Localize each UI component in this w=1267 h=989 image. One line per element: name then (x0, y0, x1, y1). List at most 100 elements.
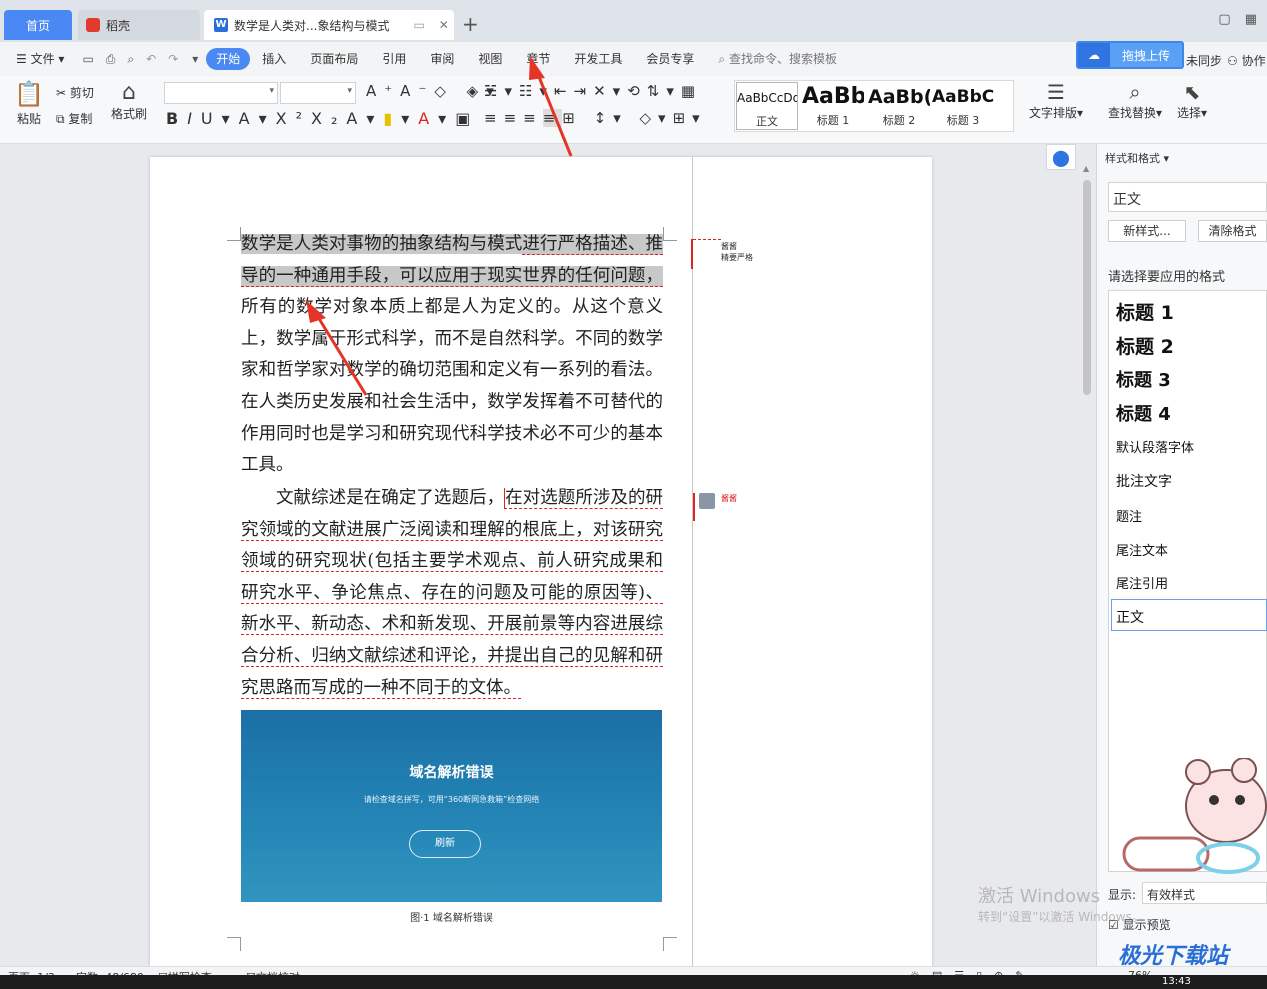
find-replace-button[interactable]: ⌕ 查找替换▾ (1106, 80, 1164, 121)
avatar (699, 493, 715, 509)
figure-refresh-button: 刷新 (409, 830, 481, 858)
list-tools[interactable]: ☷▾☷▾⇤⇥✕▾⟲⇅▾▦ (484, 82, 702, 100)
comment-1[interactable]: 酱酱 精要严格 (721, 241, 753, 263)
tab-document[interactable]: W 数学是人类对...象结构与模式 ▭ ✕ (204, 10, 454, 40)
undo-icon[interactable]: ↶ (140, 48, 162, 70)
paragraph-1-text: 所有的数学对象本质上都是人为定义的。从这个意义上，数学属于形式科学，而不是自然科… (241, 297, 663, 476)
font-size-select[interactable]: ▾ (280, 82, 356, 104)
style-normal-label: 正文 (756, 115, 778, 128)
menu-review[interactable]: 审阅 (418, 48, 466, 70)
text-layout-button[interactable]: ☰ 文字排版▾ (1028, 80, 1084, 121)
preview-icon[interactable]: ⌕ (121, 48, 140, 70)
new-style-button[interactable]: 新样式... (1108, 220, 1186, 242)
margin-corner-mark (227, 227, 241, 241)
redo-icon[interactable]: ↷ (162, 48, 184, 70)
scissors-icon: ✂ (56, 86, 67, 100)
paste-label: 粘贴 (16, 112, 41, 126)
menu-file[interactable]: ☰ 文件 ▾ (0, 48, 76, 70)
style-normal[interactable]: AaBbCcDd 正文 (736, 82, 798, 130)
collab-button[interactable]: ⚇ 协作 (1227, 52, 1266, 69)
style-item-endnote-ref[interactable]: 尾注引用 (1116, 573, 1168, 592)
command-search[interactable]: ⌕ 查找命令、搜索模板 (706, 48, 849, 70)
style-item-default-font[interactable]: 默认段落字体 (1116, 437, 1194, 456)
mascot-sticker (1122, 758, 1267, 874)
tab-monitor-icon[interactable]: ▭ (413, 18, 424, 32)
new-tab-icon[interactable]: + (462, 12, 479, 36)
style-heading3-label: 标题 3 (946, 114, 980, 127)
checkbox-checked-icon: ☑ (1108, 918, 1119, 932)
style-item-heading3[interactable]: 标题 3 (1116, 366, 1171, 392)
style-item-normal[interactable]: 正文 (1116, 607, 1144, 627)
comment-1-text: 精要严格 (721, 253, 753, 262)
style-item-comment-text[interactable]: 批注文字 (1116, 471, 1172, 491)
paragraph-1[interactable]: 数学是人类对事物的抽象结构与模式进行严格描述、推导的一种通用手段，可以应用于现实… (241, 229, 663, 482)
style-item-heading4[interactable]: 标题 4 (1116, 400, 1171, 426)
cloud-icon: ☁ (1078, 43, 1110, 67)
paragraph-2-lead: 文献综述是在确定了选题后， (276, 488, 505, 508)
style-item-heading1[interactable]: 标题 1 (1116, 298, 1174, 325)
show-preview-label: 显示预览 (1122, 918, 1171, 932)
show-preview-checkbox[interactable]: ☑ 显示预览 (1108, 916, 1171, 933)
print-icon[interactable]: ⎙ (100, 48, 122, 70)
find-replace-label: 查找替换 (1107, 106, 1156, 120)
tab-home[interactable]: 首页 (4, 10, 72, 40)
layout-icon[interactable]: ▢ (1218, 12, 1230, 27)
location-pin-icon[interactable]: ⬤ (1046, 144, 1076, 170)
menu-developer[interactable]: 开发工具 (562, 48, 634, 70)
style-heading2[interactable]: AaBb( 标题 2 (868, 82, 930, 130)
copy-button[interactable]: ⧉ 复制 (56, 110, 92, 127)
quick-access-dropdown-icon[interactable]: ▾ (184, 48, 206, 70)
comment-marker (693, 493, 695, 521)
menu-page-layout[interactable]: 页面布局 (298, 48, 370, 70)
font-size-tools[interactable]: A⁺A⁻◇ ◈▾ (366, 82, 502, 100)
cut-label: 剪切 (69, 86, 94, 100)
cut-button[interactable]: ✂ 剪切 (56, 84, 94, 101)
select-button[interactable]: ⬉ 选择▾ (1174, 80, 1210, 121)
comment-1-author: 酱酱 (721, 242, 737, 251)
style-heading2-preview: AaBb( (868, 86, 930, 108)
tab-document-label: 数学是人类对...象结构与模式 (234, 18, 390, 33)
document-page[interactable]: 数学是人类对事物的抽象结构与模式进行严格描述、推导的一种通用手段，可以应用于现实… (150, 157, 932, 977)
drag-upload-label: 拖拽上传 (1121, 48, 1170, 63)
font-style-tools[interactable]: BIU▾A▾X²X₂A▾▮▾A▾▣ (166, 109, 479, 128)
magnifier-icon: ⌕ (1129, 80, 1141, 104)
save-icon[interactable]: ▭ (76, 48, 99, 70)
tab-daoke[interactable]: 稻壳 (78, 10, 200, 40)
styles-panel-header[interactable]: 样式和格式 ▾ (1105, 150, 1169, 166)
menu-view[interactable]: 视图 (466, 48, 514, 70)
clear-format-button[interactable]: 清除格式 (1198, 220, 1267, 242)
menu-section[interactable]: 章节 (514, 48, 562, 70)
vertical-scrollbar[interactable]: ▲ (1080, 164, 1094, 954)
figure-image[interactable]: 域名解析错误 请检查域名拼写，可用“360断网急救箱”检查网络 刷新 (241, 710, 662, 902)
alignment-tools[interactable]: ≡≡≡≡⊞ ↕▾ ◇▾⊞▾ (484, 109, 707, 127)
menu-insert[interactable]: 插入 (250, 48, 298, 70)
style-item-heading2[interactable]: 标题 2 (1116, 332, 1174, 359)
sync-status[interactable]: 未同步 (1186, 52, 1222, 69)
style-heading3[interactable]: AaBbC 标题 3 (932, 82, 994, 130)
style-heading3-preview: AaBbC (932, 87, 994, 107)
style-item-caption[interactable]: 题注 (1116, 506, 1142, 525)
drag-upload-button[interactable]: ☁ 拖拽上传 (1076, 41, 1184, 69)
current-style-field[interactable]: 正文 (1108, 182, 1267, 212)
commented-text: 在对选题所涉及的研究领域的文献进展广泛阅读和理解的根底上，对该研究领域的研究现状… (241, 488, 664, 699)
scroll-up-icon[interactable]: ▲ (1083, 164, 1089, 173)
show-filter-select[interactable]: 有效样式 (1142, 882, 1267, 904)
scroll-thumb[interactable] (1083, 180, 1091, 395)
figure-subtitle: 请检查域名拼写，可用“360断网急救箱”检查网络 (363, 795, 540, 804)
format-painter-button[interactable]: ⌂ 格式刷 (110, 80, 148, 122)
menu-member[interactable]: 会员专享 (634, 48, 706, 70)
tab-close-icon[interactable]: ✕ (439, 18, 449, 32)
menu-home[interactable]: 开始 (206, 48, 251, 70)
select-label: 选择 (1176, 106, 1201, 120)
grid-icon[interactable]: ▦ (1245, 12, 1257, 27)
font-name-select[interactable]: ▾ (164, 82, 278, 104)
comment-2[interactable]: 酱酱 (721, 493, 737, 504)
paste-button[interactable]: 📋 粘贴 (12, 80, 46, 127)
style-normal-preview: AaBbCcDd (737, 91, 797, 105)
style-heading1[interactable]: AaBb 标题 1 (802, 82, 864, 130)
format-painter-label: 格式刷 (110, 107, 147, 121)
menu-references[interactable]: 引用 (370, 48, 418, 70)
style-item-endnote-text[interactable]: 尾注文本 (1116, 540, 1168, 559)
paragraph-2[interactable]: 文献综述是在确定了选题后，在对选题所涉及的研究领域的文献进展广泛阅读和理解的根底… (241, 483, 664, 704)
search-icon: ⌕ (718, 52, 726, 66)
